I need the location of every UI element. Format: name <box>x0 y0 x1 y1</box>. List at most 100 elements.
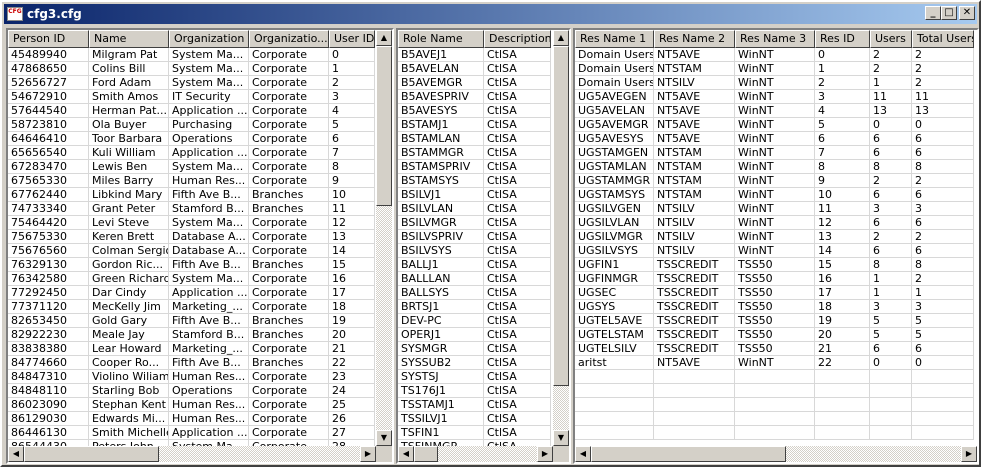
column-header[interactable]: User ID <box>329 30 375 48</box>
vertical-scrollbar[interactable]: ▲ ▼ <box>376 30 392 446</box>
table-row[interactable]: UGTELSILV TSSCREDIT TSS50 21 6 6 <box>575 342 974 356</box>
table-row[interactable]: 58723810 Ola Buyer Purchasing Corporate 5 <box>8 118 375 132</box>
table-row[interactable]: BSTAMSYS CtlSA <box>398 174 551 188</box>
table-row[interactable]: 76342580 Green Richard System Ma... Corpora… <box>8 272 375 286</box>
table-row[interactable]: 77292450 Dar Cindy Application ... Corporat… <box>8 286 375 300</box>
table-row[interactable]: SYSTSJ CtlSA <box>398 370 551 384</box>
table-row[interactable]: BALLSYS CtlSA <box>398 286 551 300</box>
table-row[interactable] <box>575 384 974 398</box>
column-header[interactable]: Description <box>484 30 551 48</box>
table-row[interactable]: 75676560 Colman Sergio Database A... Corpor… <box>8 244 375 258</box>
table-row[interactable]: UGSILVMGR NTSILV WinNT 13 2 2 <box>575 230 974 244</box>
maximize-button[interactable]: □ <box>941 6 957 20</box>
table-row[interactable]: TSSTAMJ1 CtlSA <box>398 398 551 412</box>
horizontal-scroll-thumb[interactable] <box>414 446 438 462</box>
table-row[interactable]: UGSILVLAN NTSILV WinNT 12 6 6 <box>575 216 974 230</box>
table-row[interactable]: UGSTAMMGR NTSTAM WinNT 9 2 2 <box>575 174 974 188</box>
column-header[interactable]: Res Name 1 <box>575 30 654 48</box>
vertical-scroll-thumb[interactable] <box>376 46 392 206</box>
table-row[interactable]: SYSMGR CtlSA <box>398 342 551 356</box>
table-row[interactable] <box>575 412 974 426</box>
table-row[interactable]: 64646410 Toor Barbara Operations Corporate 6 <box>8 132 375 146</box>
table-row[interactable]: 86129030 Edwards Mi... Human Res... Corpora… <box>8 412 375 426</box>
table-row[interactable]: BALLLAN CtlSA <box>398 272 551 286</box>
horizontal-scroll-thumb[interactable] <box>591 446 786 462</box>
scroll-up-button[interactable]: ▲ <box>376 30 392 46</box>
table-row[interactable]: 86023090 Stephan Kent Human Res... Corporat… <box>8 398 375 412</box>
table-row[interactable]: BSTAMJ1 CtlSA <box>398 118 551 132</box>
table-row[interactable]: Domain Users NTSILV WinNT 2 1 2 <box>575 76 974 90</box>
horizontal-scroll-thumb[interactable] <box>24 446 159 462</box>
column-header[interactable]: Role Name <box>398 30 484 48</box>
scroll-down-button[interactable]: ▼ <box>553 430 569 446</box>
table-row[interactable]: BSILVJ1 CtlSA <box>398 188 551 202</box>
table-row[interactable]: 54672910 Smith Amos IT Security Corporate 3 <box>8 90 375 104</box>
table-row[interactable]: 52656727 Ford Adam System Ma... Corporate 2 <box>8 76 375 90</box>
table-row[interactable]: BSTAMMGR CtlSA <box>398 146 551 160</box>
table-row[interactable]: UGSEC TSSCREDIT TSS50 17 1 1 <box>575 286 974 300</box>
scroll-right-button[interactable]: ▶ <box>360 446 376 462</box>
column-header[interactable]: Users <box>870 30 912 48</box>
table-row[interactable]: 67565330 Miles Barry Human Res... Corporate… <box>8 174 375 188</box>
table-row[interactable]: UGFIN1 TSSCREDIT TSS50 15 8 8 <box>575 258 974 272</box>
table-row[interactable]: UG5AVEMGR NT5AVE WinNT 5 0 0 <box>575 118 974 132</box>
table-row[interactable]: 45489940 Milgram Pat System Ma... Corporate… <box>8 48 375 62</box>
close-button[interactable]: ✕ <box>959 6 975 20</box>
table-row[interactable]: SYSSUB2 CtlSA <box>398 356 551 370</box>
table-row[interactable]: 83838380 Lear Howard Marketing_... Corporat… <box>8 342 375 356</box>
table-row[interactable]: UGSTAMGEN NTSTAM WinNT 7 6 6 <box>575 146 974 160</box>
scroll-left-button[interactable]: ◀ <box>398 446 414 462</box>
scroll-right-button[interactable]: ▶ <box>537 446 553 462</box>
table-row[interactable]: 67762440 Libkind Mary Fifth Ave B... Branch… <box>8 188 375 202</box>
table-row[interactable]: TSFIN1 CtlSA <box>398 426 551 440</box>
table-row[interactable]: B5AVESYS CtlSA <box>398 104 551 118</box>
table-row[interactable]: UGTEL5AVE TSSCREDIT TSS50 19 5 5 <box>575 314 974 328</box>
table-row[interactable]: 57644540 Herman Pat... Application ... Corp… <box>8 104 375 118</box>
table-row[interactable]: aritst NT5AVE WinNT 22 0 0 <box>575 356 974 370</box>
table-row[interactable]: 76329130 Gordon Ric... Fifth Ave B... Branc… <box>8 258 375 272</box>
table-row[interactable]: 84848110 Starling Bob Operations Corporate 2… <box>8 384 375 398</box>
horizontal-scrollbar[interactable]: ◀ ▶ <box>398 446 553 462</box>
table-row[interactable]: B5AVEJ1 CtlSA <box>398 48 551 62</box>
column-header[interactable]: Organizatio... <box>249 30 329 48</box>
column-header[interactable]: Organization <box>169 30 249 48</box>
table-row[interactable]: UGSTAMLAN NTSTAM WinNT 8 8 8 <box>575 160 974 174</box>
column-header[interactable]: Res Name 3 <box>735 30 815 48</box>
table-row[interactable]: OPERJ1 CtlSA <box>398 328 551 342</box>
column-header[interactable]: Res ID <box>815 30 870 48</box>
table-row[interactable]: 47868650 Colins Bill System Ma... Corporate… <box>8 62 375 76</box>
scroll-right-button[interactable]: ▶ <box>961 446 977 462</box>
table-row[interactable]: DEV-PC CtlSA <box>398 314 551 328</box>
table-row[interactable]: UG5AVELAN NT5AVE WinNT 4 13 13 <box>575 104 974 118</box>
table-row[interactable]: UGSTAMSYS NTSTAM WinNT 10 6 6 <box>575 188 974 202</box>
table-row[interactable]: B5AVESPRIV CtlSA <box>398 90 551 104</box>
table-row[interactable]: UGFINMGR TSSCREDIT TSS50 16 1 2 <box>575 272 974 286</box>
table-row[interactable]: 67283470 Lewis Ben System Ma... Corporate 8 <box>8 160 375 174</box>
table-row[interactable]: Domain Users NTSTAM WinNT 1 2 2 <box>575 62 974 76</box>
table-row[interactable]: BSILVMGR CtlSA <box>398 216 551 230</box>
table-row[interactable]: UG5AVESYS NT5AVE WinNT 6 6 6 <box>575 132 974 146</box>
table-row[interactable]: 84847310 Violino Wiliam Human Res... Corpor… <box>8 370 375 384</box>
minimize-button[interactable]: _ <box>925 6 941 20</box>
table-row[interactable]: UGSILVGEN NTSILV WinNT 11 3 3 <box>575 202 974 216</box>
table-row[interactable]: BSTAMSPRIV CtlSA <box>398 160 551 174</box>
table-row[interactable]: 82922230 Meale Jay Stamford B... Branches 20 <box>8 328 375 342</box>
table-row[interactable]: BSILVSPRIV CtlSA <box>398 230 551 244</box>
table-row[interactable]: BSTAMLAN CtlSA <box>398 132 551 146</box>
column-header[interactable]: Person ID <box>8 30 89 48</box>
table-row[interactable]: UGSILVSYS NTSILV WinNT 14 6 6 <box>575 244 974 258</box>
table-row[interactable]: 77371120 MecKelly Jim Marketing_... Corpora… <box>8 300 375 314</box>
title-bar[interactable]: CFG cfg3.cfg _ □ ✕ <box>4 4 977 24</box>
scroll-down-button[interactable]: ▼ <box>376 430 392 446</box>
table-row[interactable]: UG5AVEGEN NT5AVE WinNT 3 11 11 <box>575 90 974 104</box>
table-row[interactable] <box>575 398 974 412</box>
scroll-left-button[interactable]: ◀ <box>8 446 24 462</box>
table-row[interactable] <box>575 370 974 384</box>
table-row[interactable]: 75464420 Levi Steve System Ma... Corporate 1… <box>8 216 375 230</box>
table-row[interactable]: Domain Users NT5AVE WinNT 0 2 2 <box>575 48 974 62</box>
table-row[interactable]: BALLJ1 CtlSA <box>398 258 551 272</box>
horizontal-scrollbar[interactable]: ◀ ▶ <box>8 446 376 462</box>
table-row[interactable]: UGSYS TSSCREDIT TSS50 18 3 3 <box>575 300 974 314</box>
vertical-scroll-thumb[interactable] <box>553 46 569 386</box>
table-row[interactable]: BSILVLAN CtlSA <box>398 202 551 216</box>
